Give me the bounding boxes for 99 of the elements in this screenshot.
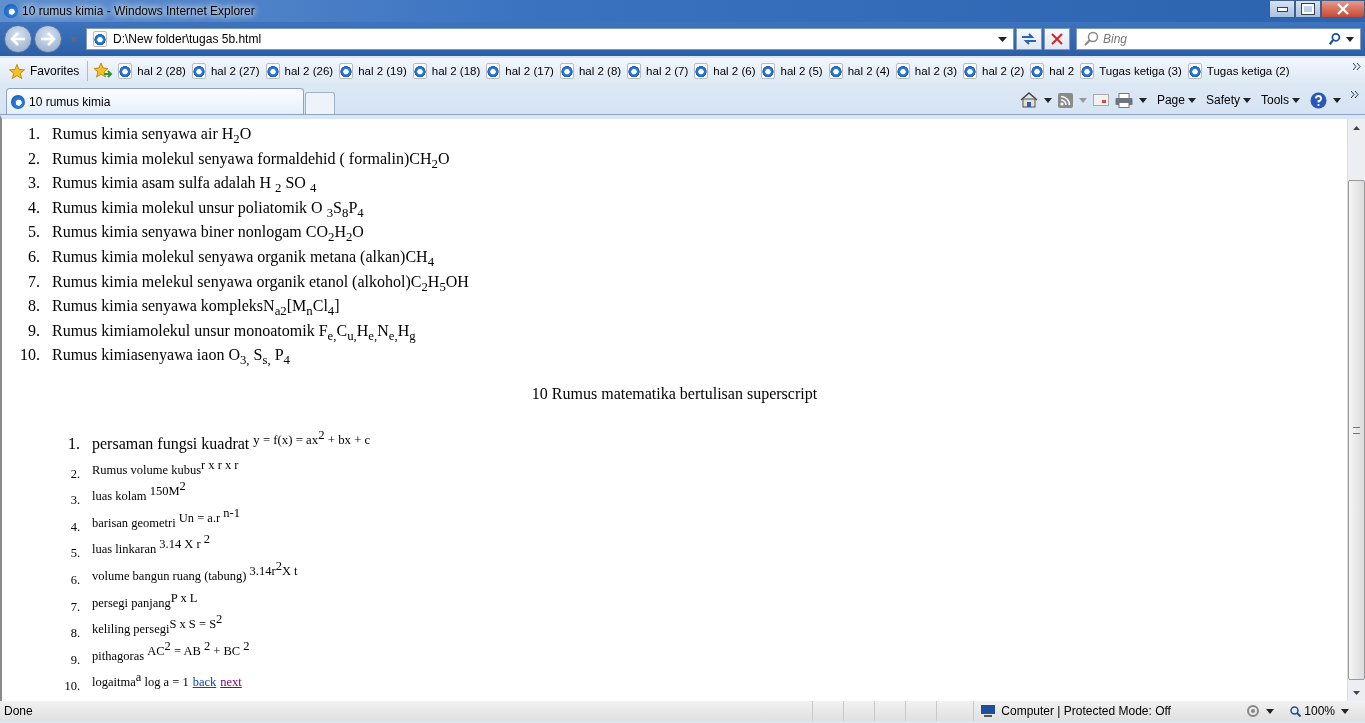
settings-icon[interactable] — [1246, 704, 1261, 718]
favorite-link[interactable]: hal 2 (18) — [409, 61, 484, 81]
favorite-link[interactable]: Tugas ketiga (3) — [1077, 61, 1185, 81]
list-number: 7. — [27, 272, 40, 291]
zoom-button[interactable]: 100% — [1290, 704, 1335, 718]
browser-tab[interactable]: 10 rumus kimia — [6, 88, 304, 114]
stop-button[interactable] — [1044, 28, 1070, 50]
close-icon — [1337, 3, 1349, 15]
list-item: Rumus kimia asam sulfa adalah H $_{2}$ SO $_{4}$ — [52, 173, 317, 195]
favorite-link[interactable]: hal 2 (27) — [188, 61, 263, 81]
favorite-link[interactable]: hal 2 (28) — [115, 61, 189, 81]
page-icon — [93, 31, 107, 47]
menu-button[interactable]: Page — [1152, 91, 1200, 109]
list-number: 8. — [69, 626, 80, 642]
list-number: 2. — [27, 149, 40, 168]
favorite-link[interactable]: Tugas ketiga (2) — [1184, 61, 1293, 81]
list-number: 4. — [69, 519, 80, 535]
zone-text: Computer | Protected Mode: Off — [1001, 704, 1171, 718]
arrow-left-icon — [10, 32, 26, 46]
search-icon[interactable] — [1328, 32, 1342, 46]
favorite-link[interactable]: hal 2 (5) — [758, 61, 826, 81]
minimize-button[interactable] — [1269, 0, 1295, 18]
list-number: 2. — [69, 466, 80, 482]
dropdown-arrow-icon[interactable] — [1341, 708, 1349, 714]
list-number: 7. — [69, 599, 80, 615]
dropdown-arrow-icon[interactable] — [1333, 97, 1341, 103]
caret-icon — [1292, 97, 1300, 103]
address-field[interactable]: D:\New folder\tugas 5b.html — [86, 28, 1014, 50]
list-item: Rumus kimiasenyawa iaon O$_{3,}$ S$_{s,}$ P$_{4}$ — [52, 345, 290, 367]
list-item: Rumus kimia senyawa biner nonlogam CO$_{2}$H$_{2}$O — [52, 222, 364, 244]
close-icon — [1051, 33, 1063, 45]
forward-button[interactable] — [34, 25, 62, 53]
window-title: 10 rumus kimia - Windows Internet Explorer — [22, 4, 256, 18]
vertical-scrollbar[interactable] — [1347, 119, 1365, 701]
add-favorite-icon[interactable] — [93, 62, 114, 80]
favorite-link[interactable]: hal 2 (4) — [825, 61, 893, 81]
dropdown-arrow-icon[interactable] — [1043, 97, 1052, 103]
favorite-link[interactable]: hal 2 (19) — [336, 61, 410, 81]
list-number: 1. — [27, 125, 40, 143]
link[interactable]: next — [220, 670, 242, 695]
list-number: 1. — [67, 435, 80, 454]
favorite-link[interactable]: hal 2 — [1027, 61, 1078, 81]
refresh-icon — [1021, 32, 1037, 46]
arrow-right-icon — [40, 32, 56, 46]
status-text: Done — [4, 704, 34, 718]
favorite-link[interactable]: hal 2 (8) — [556, 61, 625, 81]
home-icon[interactable] — [1019, 92, 1038, 108]
list-item: Rumus kimiamolekul unsur monoatomik F$_{e,}$C$_{u,}$H$_{e,}$N$_{e,}$H$_{g}$ — [52, 320, 416, 343]
list-number: 10. — [63, 679, 80, 695]
list-item: Rumus kimia molekul senyawa formaldehid ( formalin)CH$_{2}$O — [52, 148, 450, 171]
dropdown-arrow-icon[interactable] — [1346, 36, 1354, 42]
favorites-button[interactable]: Favorites — [6, 61, 83, 81]
list-item: Rumus kimia molekul senyawa organik metana (alkan)CH$_{4}$ — [52, 246, 435, 269]
favorite-link[interactable]: hal 2 (2) — [960, 61, 1028, 81]
dropdown-arrow-icon[interactable] — [1138, 97, 1147, 103]
refresh-button[interactable] — [1016, 28, 1042, 50]
list-number: 9. — [69, 652, 80, 668]
list-number: 3. — [69, 493, 80, 509]
computer-icon — [980, 704, 997, 718]
maximize-button[interactable] — [1295, 0, 1321, 18]
scroll-down-arrow-icon[interactable] — [1353, 690, 1360, 695]
search-icon — [1083, 31, 1099, 47]
list-item: Rumus kimia melekul senyawa organik etanol (alkohol)C$_{2}$H$_{5}$OH — [52, 271, 469, 294]
list-number: 9. — [27, 321, 40, 340]
scroll-up-arrow-icon[interactable] — [1353, 125, 1360, 130]
section-heading: 10 Rumus matematika bertulisan superscript — [530, 383, 819, 405]
list-number: 6. — [69, 572, 80, 588]
list-number: 3. — [27, 174, 40, 193]
mail-icon[interactable] — [1092, 94, 1109, 106]
favorite-link[interactable]: hal 2 (17) — [483, 61, 557, 81]
list-number: 5. — [69, 546, 80, 562]
favorite-link[interactable]: hal 2 (6) — [691, 61, 759, 81]
zoom-icon — [1290, 705, 1302, 717]
favorite-link[interactable]: hal 2 (26) — [262, 61, 337, 81]
list-item: Rumus kimia molekul unsur poliatomik O $_{3}$S$_{8}$P$_{4}$ — [52, 197, 364, 220]
favorite-link[interactable]: hal 2 (7) — [624, 61, 692, 81]
feeds-icon[interactable] — [1057, 92, 1073, 108]
caret-icon — [1243, 97, 1251, 103]
list-number: 8. — [27, 297, 40, 316]
list-number: 5. — [27, 223, 40, 242]
list-number: 10. — [19, 346, 40, 365]
browser-icon — [4, 4, 18, 18]
print-icon[interactable] — [1114, 92, 1133, 108]
menu-button[interactable]: Tools — [1257, 91, 1304, 109]
link[interactable]: back — [192, 670, 217, 695]
dropdown-arrow-icon[interactable] — [998, 36, 1007, 42]
list-number: 4. — [27, 198, 40, 217]
close-button[interactable] — [1321, 0, 1365, 18]
list-number: 6. — [27, 247, 40, 266]
favorite-link[interactable]: hal 2 (3) — [892, 61, 961, 81]
caret-icon — [1187, 97, 1196, 103]
back-button[interactable] — [4, 25, 32, 53]
star-icon — [9, 63, 25, 79]
list-item: Rumus kimia senyawa kompleksN$_{a2}$[M$_{n}$Cl$_{4}$] — [52, 296, 340, 318]
menu-button[interactable]: Safety — [1201, 91, 1255, 109]
help-icon[interactable] — [1310, 91, 1327, 109]
list-item: Rumus kimia senyawa air H$_{2}$O — [52, 124, 252, 146]
dropdown-arrow-icon[interactable] — [1266, 708, 1275, 714]
search-field[interactable]: Bing — [1076, 28, 1361, 50]
